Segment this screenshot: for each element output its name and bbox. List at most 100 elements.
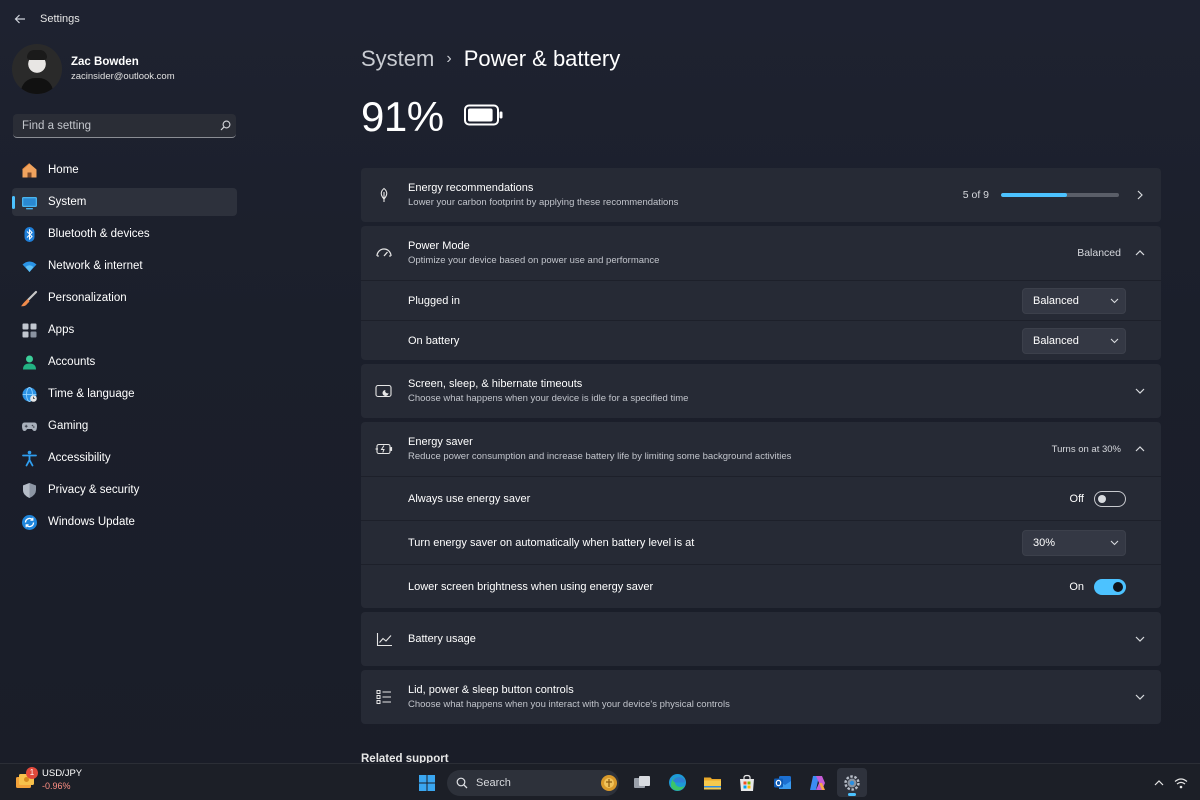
chevron-up-icon[interactable] [1133, 442, 1147, 456]
sidebar-item-gaming[interactable]: Gaming [12, 412, 237, 440]
sidebar-item-time-language[interactable]: Time & language [12, 380, 237, 408]
lower-brightness-row: Lower screen brightness when using energ… [361, 564, 1161, 608]
energy-recommendations-card: Energy recommendations Lower your carbon… [361, 168, 1161, 222]
power-mode-row[interactable]: Power Mode Optimize your device based on… [361, 226, 1161, 280]
sidebar-item-label: System [48, 196, 87, 208]
update-icon [20, 513, 38, 531]
chevron-down-icon[interactable] [1133, 690, 1147, 704]
start-button[interactable] [412, 768, 442, 797]
list-settings-icon [374, 687, 394, 707]
dropdown-value: Balanced [1033, 294, 1079, 307]
sidebar-item-label: Windows Update [48, 516, 135, 528]
energy-saver-row[interactable]: Energy saver Reduce power consumption an… [361, 422, 1161, 476]
sidebar-item-network[interactable]: Network & internet [12, 252, 237, 280]
accessibility-icon [20, 449, 38, 467]
lid-power-title: Lid, power & sleep button controls [408, 684, 574, 696]
sidebar-item-apps[interactable]: Apps [12, 316, 237, 344]
sidebar-nav: Home System Bluetooth & devices Network … [12, 156, 237, 540]
gamepad-icon [20, 417, 38, 435]
app-title: Settings [40, 13, 80, 25]
lid-power-row[interactable]: Lid, power & sleep button controls Choos… [361, 670, 1161, 724]
battery-saver-icon [374, 439, 394, 459]
shield-icon [20, 481, 38, 499]
lower-brightness-label: Lower screen brightness when using energ… [408, 580, 654, 593]
search-icon[interactable] [214, 120, 236, 131]
show-hidden-icons-button[interactable] [1148, 774, 1170, 792]
widget-change: -0.96% [42, 781, 71, 791]
taskbar-search[interactable]: Search [447, 769, 619, 796]
sidebar-item-label: Time & language [48, 388, 135, 400]
search-highlight-icon [601, 774, 617, 791]
battery-level-dropdown[interactable]: 30% [1022, 529, 1126, 556]
search-input[interactable] [22, 119, 214, 132]
battery-usage-row[interactable]: Battery usage [361, 612, 1161, 666]
on-battery-dropdown[interactable]: Balanced [1022, 327, 1126, 354]
sidebar-item-bluetooth[interactable]: Bluetooth & devices [12, 220, 237, 248]
network-tray-button[interactable] [1170, 774, 1192, 792]
battery-usage-title: Battery usage [408, 633, 476, 645]
screen-sleep-row[interactable]: Screen, sleep, & hibernate timeouts Choo… [361, 364, 1161, 418]
sidebar-item-system[interactable]: System [12, 188, 237, 216]
sidebar-item-label: Gaming [48, 420, 89, 432]
taskbar-apps: Search [412, 768, 872, 797]
energy-recommendations-title: Energy recommendations [408, 182, 534, 194]
file-explorer-button[interactable] [697, 768, 727, 797]
energy-recommendations-description: Lower your carbon footprint by applying … [408, 197, 679, 208]
lid-power-description: Choose what happens when you interact wi… [408, 699, 730, 710]
currency-widget[interactable]: 1 USD/JPY -0.96% [14, 766, 82, 791]
sidebar-item-label: Privacy & security [48, 484, 140, 496]
globe-clock-icon [20, 385, 38, 403]
notification-badge: 1 [26, 766, 38, 779]
task-view-icon [634, 775, 650, 788]
edge-button[interactable] [662, 768, 692, 797]
title-bar: Settings [0, 0, 1200, 38]
screen-sleep-title: Screen, sleep, & hibernate timeouts [408, 378, 583, 390]
sidebar-item-label: Bluetooth & devices [48, 228, 150, 240]
outlook-button[interactable] [767, 768, 797, 797]
sidebar-item-accessibility[interactable]: Accessibility [12, 444, 237, 472]
always-energy-saver-label: Always use energy saver [408, 492, 531, 505]
energy-saver-value: Turns on at 30% [1051, 443, 1121, 455]
apps-icon [20, 321, 38, 339]
sidebar-item-windows-update[interactable]: Windows Update [12, 508, 237, 536]
lower-brightness-toggle[interactable] [1094, 578, 1126, 595]
chevron-down-icon[interactable] [1133, 632, 1147, 646]
copilot-button[interactable] [802, 768, 832, 797]
chevron-right-icon [1133, 188, 1147, 202]
system-tray [1148, 774, 1192, 792]
power-mode-card: Power Mode Optimize your device based on… [361, 226, 1161, 360]
lid-power-card: Lid, power & sleep button controls Choos… [361, 670, 1161, 724]
chart-line-icon [374, 629, 394, 649]
on-battery-label: On battery [408, 334, 460, 347]
user-profile[interactable]: Zac Bowden zacinsider@outlook.com [12, 44, 175, 94]
always-energy-saver-toggle[interactable] [1094, 490, 1126, 507]
recommendations-progress-label: 5 of 9 [962, 189, 989, 201]
main-content: System › Power & battery 91% Energy reco… [361, 38, 1161, 763]
settings-taskbar-button[interactable] [837, 768, 867, 797]
battery-percentage: 91% [361, 93, 444, 140]
profile-email: zacinsider@outlook.com [71, 71, 175, 82]
back-button[interactable] [8, 7, 32, 31]
battery-status: 91% [361, 93, 504, 141]
auto-energy-saver-row: Turn energy saver on automatically when … [361, 520, 1161, 564]
chevron-down-icon[interactable] [1133, 384, 1147, 398]
toggle-knob [1113, 581, 1123, 592]
auto-energy-saver-label: Turn energy saver on automatically when … [408, 536, 695, 549]
search-icon [456, 777, 468, 788]
store-button[interactable] [732, 768, 762, 797]
toggle-state-label: On [1069, 580, 1084, 593]
energy-recommendations-row[interactable]: Energy recommendations Lower your carbon… [361, 168, 1161, 222]
file-explorer-icon [703, 777, 721, 789]
sidebar-item-personalization[interactable]: Personalization [12, 284, 237, 312]
task-view-button[interactable] [627, 768, 657, 797]
sidebar-item-home[interactable]: Home [12, 156, 237, 184]
on-battery-row: On battery Balanced [361, 320, 1161, 360]
leaf-icon [374, 185, 394, 205]
breadcrumb-parent-link[interactable]: System [361, 46, 434, 72]
sidebar-item-accounts[interactable]: Accounts [12, 348, 237, 376]
sidebar-item-privacy-security[interactable]: Privacy & security [12, 476, 237, 504]
plugged-in-dropdown[interactable]: Balanced [1022, 287, 1126, 314]
accounts-icon [20, 353, 38, 371]
copilot-icon [809, 775, 825, 790]
chevron-up-icon[interactable] [1133, 246, 1147, 260]
